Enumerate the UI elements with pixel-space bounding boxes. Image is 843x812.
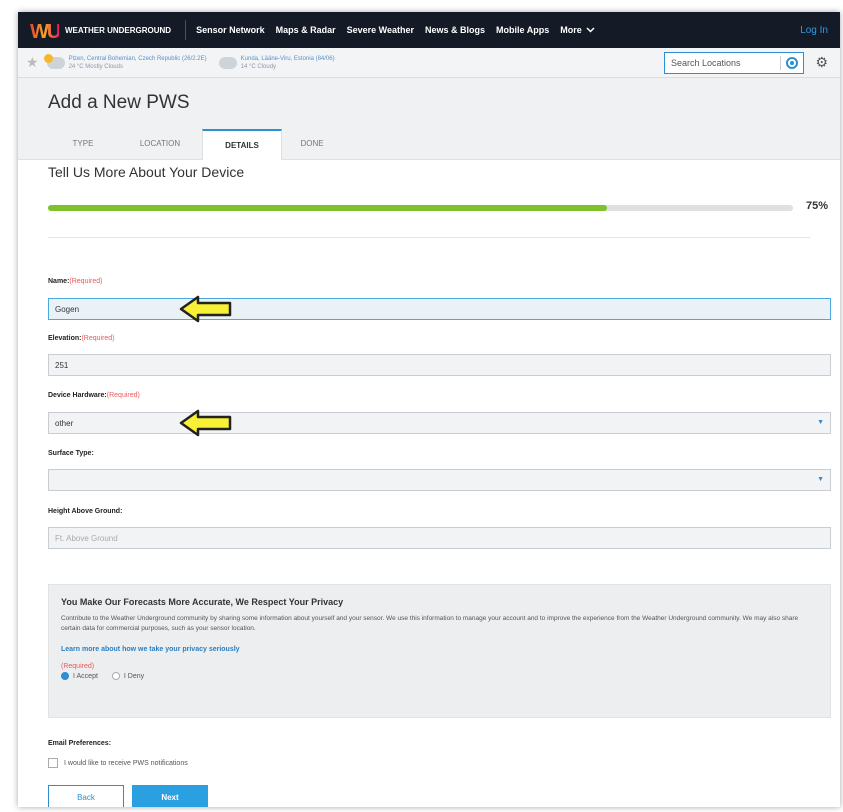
height-placeholder: Ft. Above Ground — [55, 534, 118, 543]
step-tabs: TYPE LOCATION DETAILS DONE — [48, 129, 342, 160]
required-marker: (Required) — [106, 392, 140, 399]
chevron-down-icon — [586, 27, 595, 33]
partly-cloudy-icon — [43, 53, 65, 69]
deny-radio[interactable]: I Deny — [111, 672, 145, 680]
hardware-value: other — [55, 419, 74, 428]
required-marker: (Required) — [81, 335, 115, 342]
radio-selected-icon — [61, 672, 69, 680]
nav-link-mobile-apps[interactable]: Mobile Apps — [496, 25, 549, 35]
notifications-checkbox[interactable] — [48, 758, 58, 768]
tab-type[interactable]: TYPE — [48, 129, 118, 160]
browser-page: WU WEATHER UNDERGROUND Sensor Network Ma… — [18, 12, 840, 807]
back-button[interactable]: Back — [48, 785, 124, 807]
caret-down-icon: ▼ — [817, 419, 824, 426]
search-locations-input[interactable]: Search Locations — [664, 52, 804, 74]
search-placeholder: Search Locations — [671, 58, 741, 68]
surface-select[interactable]: ▼ — [48, 469, 831, 491]
deny-label: I Deny — [123, 672, 145, 680]
height-input[interactable]: Ft. Above Ground — [48, 527, 831, 549]
nav-link-news-blogs[interactable]: News & Blogs — [425, 25, 485, 35]
name-label: Name:(Required) — [48, 278, 102, 285]
section-title: Tell Us More About Your Device — [48, 164, 245, 180]
hardware-label-text: Device Hardware: — [48, 392, 107, 399]
elevation-label: Elevation:(Required) — [48, 335, 115, 342]
privacy-panel: You Make Our Forecasts More Accurate, We… — [48, 584, 831, 718]
tab-details[interactable]: DETAILS — [202, 129, 282, 160]
nav-link-maps-radar[interactable]: Maps & Radar — [276, 25, 336, 35]
surface-label: Surface Type: — [48, 450, 94, 457]
location-2-conditions: 14 °C Cloudy — [240, 63, 277, 70]
email-preferences-label: Email Preferences: — [48, 740, 112, 747]
tab-location[interactable]: LOCATION — [118, 129, 202, 160]
wu-logo[interactable]: WU WEATHER UNDERGROUND — [30, 19, 172, 43]
recent-location-2[interactable]: Kunda, Lääne-Viru, Estonia (84/06) 14 °C … — [218, 55, 335, 71]
accept-radio[interactable]: I Accept — [61, 672, 98, 680]
caret-down-icon: ▼ — [817, 476, 824, 483]
required-marker: (Required) — [69, 278, 103, 285]
tab-done[interactable]: DONE — [282, 129, 342, 160]
next-button[interactable]: Next — [132, 785, 208, 807]
search-divider — [780, 56, 781, 70]
surface-label-text: Surface Type: — [48, 450, 94, 457]
arrow-pointer-icon — [179, 409, 232, 437]
elevation-label-text: Elevation: — [48, 335, 82, 342]
accept-label: I Accept — [73, 672, 98, 680]
page-header: Add a New PWS TYPE LOCATION DETAILS DONE — [18, 78, 840, 160]
divider — [48, 237, 810, 238]
nav-link-sensor-network[interactable]: Sensor Network — [196, 25, 265, 35]
locate-me-icon[interactable] — [786, 57, 798, 69]
privacy-title: You Make Our Forecasts More Accurate, We… — [61, 597, 344, 607]
privacy-body: Contribute to the Weather Underground co… — [61, 615, 799, 632]
location-bar: ★ Plzen, Central Bohemian, Czech Republi… — [18, 48, 840, 78]
privacy-link[interactable]: Learn more about how we take your privac… — [61, 646, 818, 653]
location-1-name: Plzen, Central Bohemian, Czech Republic … — [68, 55, 207, 62]
height-label-text: Height Above Ground: — [48, 508, 123, 515]
progress-percent: 75% — [806, 200, 829, 212]
page-title: Add a New PWS — [48, 92, 190, 113]
nav-more-menu[interactable]: More — [560, 25, 595, 35]
favorite-star-icon[interactable]: ★ — [26, 54, 39, 71]
name-value: Gogen — [55, 305, 80, 314]
progress-fill — [48, 205, 607, 211]
name-input[interactable]: Gogen — [48, 298, 831, 320]
nav-divider — [185, 20, 187, 40]
wu-logo-icon: WU — [30, 21, 61, 43]
progress-bar — [48, 205, 793, 211]
height-label: Height Above Ground: — [48, 508, 122, 515]
gear-icon[interactable]: ⚙ — [815, 54, 828, 71]
location-1-conditions: 24 °C Mostly Clouds — [68, 63, 123, 70]
cloud-icon — [218, 56, 237, 69]
location-2-name: Kunda, Lääne-Viru, Estonia (84/06) — [240, 55, 335, 62]
notifications-checkbox-row[interactable]: I would like to receive PWS notification… — [48, 758, 188, 768]
top-nav: WU WEATHER UNDERGROUND Sensor Network Ma… — [18, 12, 840, 48]
notifications-checkbox-label: I would like to receive PWS notification… — [64, 759, 188, 767]
logo-text: WEATHER UNDERGROUND — [65, 25, 172, 35]
privacy-required: (Required) — [61, 663, 95, 670]
elevation-input[interactable]: 251 — [48, 354, 831, 376]
login-link[interactable]: Log In — [800, 25, 828, 36]
radio-empty-icon — [111, 672, 120, 680]
nav-more-label: More — [560, 25, 582, 35]
elevation-value: 251 — [55, 361, 69, 370]
recent-location-1[interactable]: Plzen, Central Bohemian, Czech Republic … — [43, 53, 207, 71]
hardware-select[interactable]: other ▼ — [48, 412, 831, 434]
privacy-choice: I Accept I Deny — [61, 672, 818, 680]
arrow-pointer-icon — [179, 295, 232, 323]
nav-link-severe-weather[interactable]: Severe Weather — [347, 25, 414, 35]
hardware-label: Device Hardware:(Required) — [48, 392, 140, 399]
name-label-text: Name: — [48, 278, 70, 285]
